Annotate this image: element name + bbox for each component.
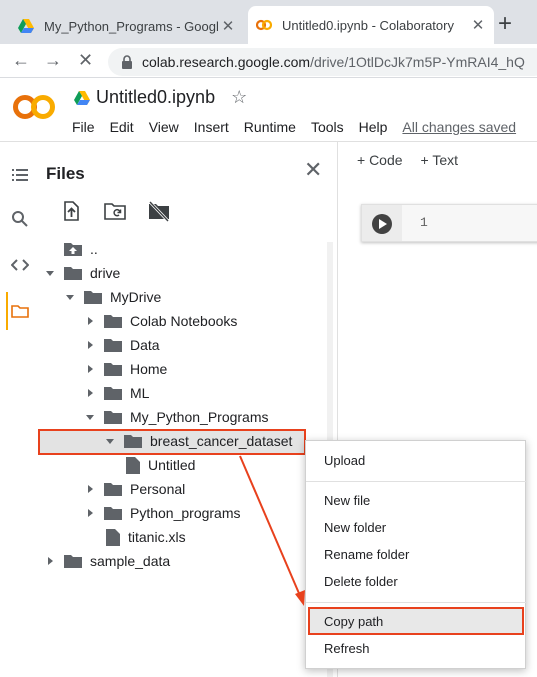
annotation-arrow	[239, 455, 305, 606]
